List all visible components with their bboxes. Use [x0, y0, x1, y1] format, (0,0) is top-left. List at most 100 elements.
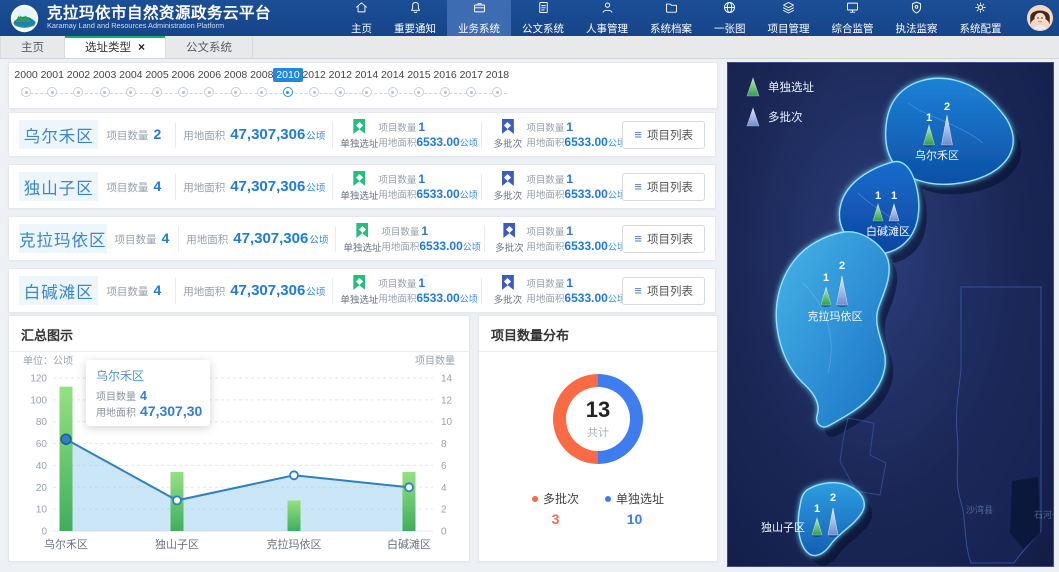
multi-batch-label: 多批次 — [495, 240, 524, 254]
svg-text:0: 0 — [41, 527, 47, 538]
nav-item-gear[interactable]: 系统配置 — [949, 0, 1013, 36]
nav-item-shield[interactable]: 执法监察 — [885, 0, 949, 36]
bar[interactable] — [403, 472, 416, 531]
distribution-panel: 项目数量分布 13 共计 多批次3单独选址10 — [478, 315, 718, 562]
nav-item-globe[interactable]: 一张图 — [703, 0, 757, 36]
legend-item-multi-batch[interactable]: 多批次3 — [532, 490, 579, 527]
year-dot[interactable] — [126, 87, 136, 97]
project-list-button[interactable]: ≡项目列表 — [622, 121, 705, 149]
line-point[interactable] — [173, 496, 181, 504]
year-dot[interactable] — [283, 87, 293, 97]
land-area-label: 用地面积 — [378, 187, 416, 201]
year-label: 2008 — [224, 68, 247, 82]
tab-2[interactable]: 公文系统 — [166, 36, 253, 58]
project-list-button[interactable]: ≡项目列表 — [622, 173, 705, 201]
timeline-year-2001[interactable]: 2001 — [39, 68, 65, 97]
year-dot[interactable] — [231, 87, 241, 97]
year-dot[interactable] — [100, 87, 110, 97]
single-site-label: 单独选址 — [340, 292, 378, 306]
year-dot[interactable] — [73, 87, 83, 97]
year-dot[interactable] — [152, 87, 162, 97]
district-row: 白碱滩区项目数量4用地面积47,307,306公顷单独选址项目数量1用地面积65… — [8, 268, 716, 313]
timeline-year-2008[interactable]: 2008 — [223, 68, 249, 97]
timeline-year-2016[interactable]: 2016 — [432, 68, 458, 97]
tab-0[interactable]: 主页 — [0, 36, 65, 58]
main-nav: 主页重要通知业务系统公文系统人事管理系统档案一张图项目管理综合监管执法监察系统配… — [340, 0, 1013, 36]
project-list-button[interactable]: ≡项目列表 — [622, 225, 705, 253]
timeline-year-2010[interactable]: 2010 — [275, 68, 301, 97]
district-name[interactable]: 克拉玛依区 — [19, 224, 107, 253]
land-area-label: 用地面积 — [526, 187, 564, 201]
nav-item-briefcase[interactable]: 业务系统 — [447, 0, 511, 36]
nav-item-bell[interactable]: 重要通知 — [383, 0, 447, 36]
nav-item-user[interactable]: 人事管理 — [575, 0, 639, 36]
timeline-year-2000[interactable]: 2000 — [13, 68, 39, 97]
nav-item-folder[interactable]: 系统档案 — [639, 0, 703, 36]
timeline-year-2006[interactable]: 2006 — [170, 68, 196, 97]
year-dot[interactable] — [440, 87, 450, 97]
year-label: 2010 — [273, 68, 302, 82]
legend-label: 单独选址 — [616, 490, 664, 507]
bell-icon — [408, 0, 423, 20]
year-dot[interactable] — [178, 87, 188, 97]
year-dot[interactable] — [47, 87, 57, 97]
nav-item-layers[interactable]: 项目管理 — [757, 0, 821, 36]
karamay-map: 沙湾县 石河子 1 2 乌尔禾区 1 1 白碱滩区 — [728, 63, 1053, 566]
district-name[interactable]: 白碱滩区 — [19, 276, 98, 305]
timeline-year-2014[interactable]: 2014 — [353, 68, 379, 97]
year-dot[interactable] — [362, 87, 372, 97]
tab-label: 公文系统 — [186, 39, 232, 55]
land-area-label: 用地面积 — [378, 135, 416, 149]
project-count-label: 项目数量 — [115, 234, 157, 246]
timeline-year-2018[interactable]: 2018 — [484, 68, 510, 97]
district-name[interactable]: 乌尔禾区 — [19, 120, 98, 149]
nav-label: 公文系统 — [522, 21, 564, 36]
year-label: 2014 — [355, 68, 378, 82]
single-count-value: 1 — [418, 276, 425, 290]
line-point[interactable] — [290, 471, 298, 479]
timeline-year-2003[interactable]: 2003 — [92, 68, 118, 97]
tab-1[interactable]: 选址类型× — [65, 36, 166, 58]
timeline-year-2014[interactable]: 2014 — [380, 68, 406, 97]
timeline-year-2008[interactable]: 2008 — [249, 68, 275, 97]
line-point-active[interactable] — [61, 434, 71, 444]
nav-item-home[interactable]: 主页 — [340, 0, 383, 36]
year-dot[interactable] — [335, 87, 345, 97]
nav-item-monitor[interactable]: 综合监管 — [821, 0, 885, 36]
timeline-year-2012[interactable]: 2012 — [327, 68, 353, 97]
timeline-year-2002[interactable]: 2002 — [65, 68, 91, 97]
timeline-year-2006[interactable]: 2006 — [196, 68, 222, 97]
year-dot[interactable] — [466, 87, 476, 97]
nav-label: 系统配置 — [960, 21, 1002, 36]
year-dot[interactable] — [204, 87, 214, 97]
timeline-year-2012[interactable]: 2012 — [301, 68, 327, 97]
timeline-year-2005[interactable]: 2005 — [144, 68, 170, 97]
multi-area-value: 6533.00 — [564, 291, 607, 305]
line-point[interactable] — [405, 483, 413, 491]
year-dot[interactable] — [492, 87, 502, 97]
multi-area-value: 6533.00 — [564, 239, 607, 253]
district-name[interactable]: 独山子区 — [19, 172, 98, 201]
green-ribbon-icon — [353, 119, 365, 134]
project-list-button[interactable]: ≡项目列表 — [622, 277, 705, 305]
timeline-year-2015[interactable]: 2015 — [406, 68, 432, 97]
year-dot[interactable] — [414, 87, 424, 97]
bar[interactable] — [288, 500, 301, 531]
single-site-label: 单独选址 — [343, 240, 381, 254]
year-dot[interactable] — [21, 87, 31, 97]
left-axis-title: 单位：公顷 — [23, 352, 73, 367]
timeline-year-2017[interactable]: 2017 — [458, 68, 484, 97]
year-dot[interactable] — [388, 87, 398, 97]
single-site-badge: 单独选址 — [343, 223, 381, 254]
year-dot[interactable] — [309, 87, 319, 97]
bar[interactable] — [60, 387, 73, 531]
nav-item-document[interactable]: 公文系统 — [511, 0, 575, 36]
avatar[interactable] — [1027, 5, 1053, 31]
svg-text:8: 8 — [441, 439, 447, 450]
year-dot[interactable] — [257, 87, 267, 97]
timeline-year-2004[interactable]: 2004 — [118, 68, 144, 97]
close-icon[interactable]: × — [138, 40, 145, 54]
map-region-label: 独山子区 — [761, 521, 805, 534]
legend-item-single-site[interactable]: 单独选址10 — [605, 490, 664, 527]
shield-icon — [909, 0, 924, 20]
